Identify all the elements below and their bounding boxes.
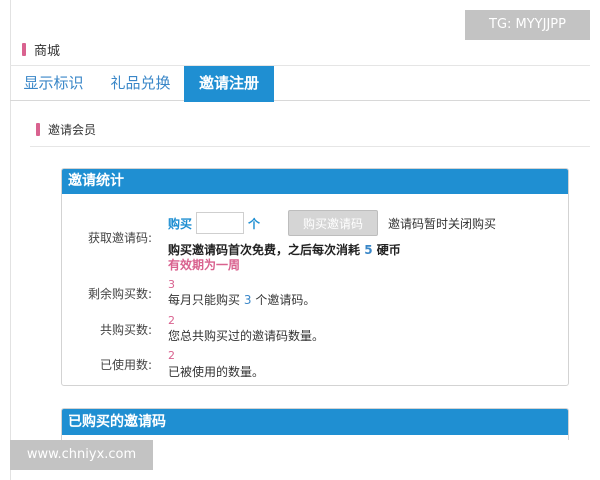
tab-bar: 显示标识 礼品兑换 邀请注册 [10, 65, 590, 102]
sub-header-marker [36, 123, 40, 136]
cost-value: 5 [364, 243, 373, 257]
validity-note: 有效期为一周 [168, 258, 241, 272]
sub-header-title: 邀请会员 [48, 123, 97, 137]
used-desc: 已被使用的数量。 [168, 365, 265, 379]
remaining-label: 剩余购买数: [87, 287, 152, 301]
purchased-codes-panel: 已购买的邀请码 [61, 408, 569, 440]
free-note-text: 购买邀请码首次免费，之后每次消耗 [168, 243, 361, 257]
tab-gift-exchange[interactable]: 礼品兑换 [97, 66, 184, 102]
remaining-value: 3 [168, 278, 175, 291]
watermark-bottom: www.chniyx.com [10, 440, 153, 470]
monthly-count: 3 [243, 293, 252, 307]
get-code-label: 获取邀请码: [87, 231, 152, 245]
cost-unit: 硬币 [376, 243, 401, 257]
buy-invite-code-button[interactable]: 购买邀请码 [288, 210, 379, 236]
sub-header: 邀请会员 [36, 121, 96, 138]
tab-invite-register[interactable]: 邀请注册 [184, 66, 274, 102]
used-label: 已使用数: [99, 358, 152, 372]
total-desc: 您总共购买过的邀请码数量。 [168, 329, 325, 343]
buy-row: 购买 个 购买邀请码 邀请码暂时关闭购买 [168, 210, 497, 236]
tab-display-badges[interactable]: 显示标识 [10, 66, 97, 102]
divider [30, 146, 590, 147]
total-label: 共购买数: [99, 323, 152, 337]
purchased-codes-title: 已购买的邀请码 [62, 409, 568, 435]
invite-stats-panel: 邀请统计 获取邀请码: 购买 个 购买邀请码 邀请码暂时关闭购买 购买邀请码首次… [61, 168, 569, 386]
section-title: 商城 [34, 44, 61, 59]
buy-word: 购买 [168, 216, 193, 231]
unit-word: 个 [248, 216, 261, 231]
panel-title: 邀请统计 [62, 169, 568, 194]
watermark-top: TG: MYYJJPP [465, 10, 590, 40]
total-value: 2 [168, 314, 175, 327]
section-header: 商城 [22, 40, 60, 59]
quantity-input[interactable] [196, 212, 245, 234]
used-value: 2 [168, 349, 175, 362]
monthly-suffix: 个邀请码。 [255, 293, 316, 307]
monthly-note: 每月只能购买 3 个邀请码。 [168, 291, 315, 308]
section-marker [22, 43, 26, 56]
closed-note: 邀请码暂时关闭购买 [388, 216, 497, 231]
monthly-prefix: 每月只能购买 [168, 293, 241, 307]
